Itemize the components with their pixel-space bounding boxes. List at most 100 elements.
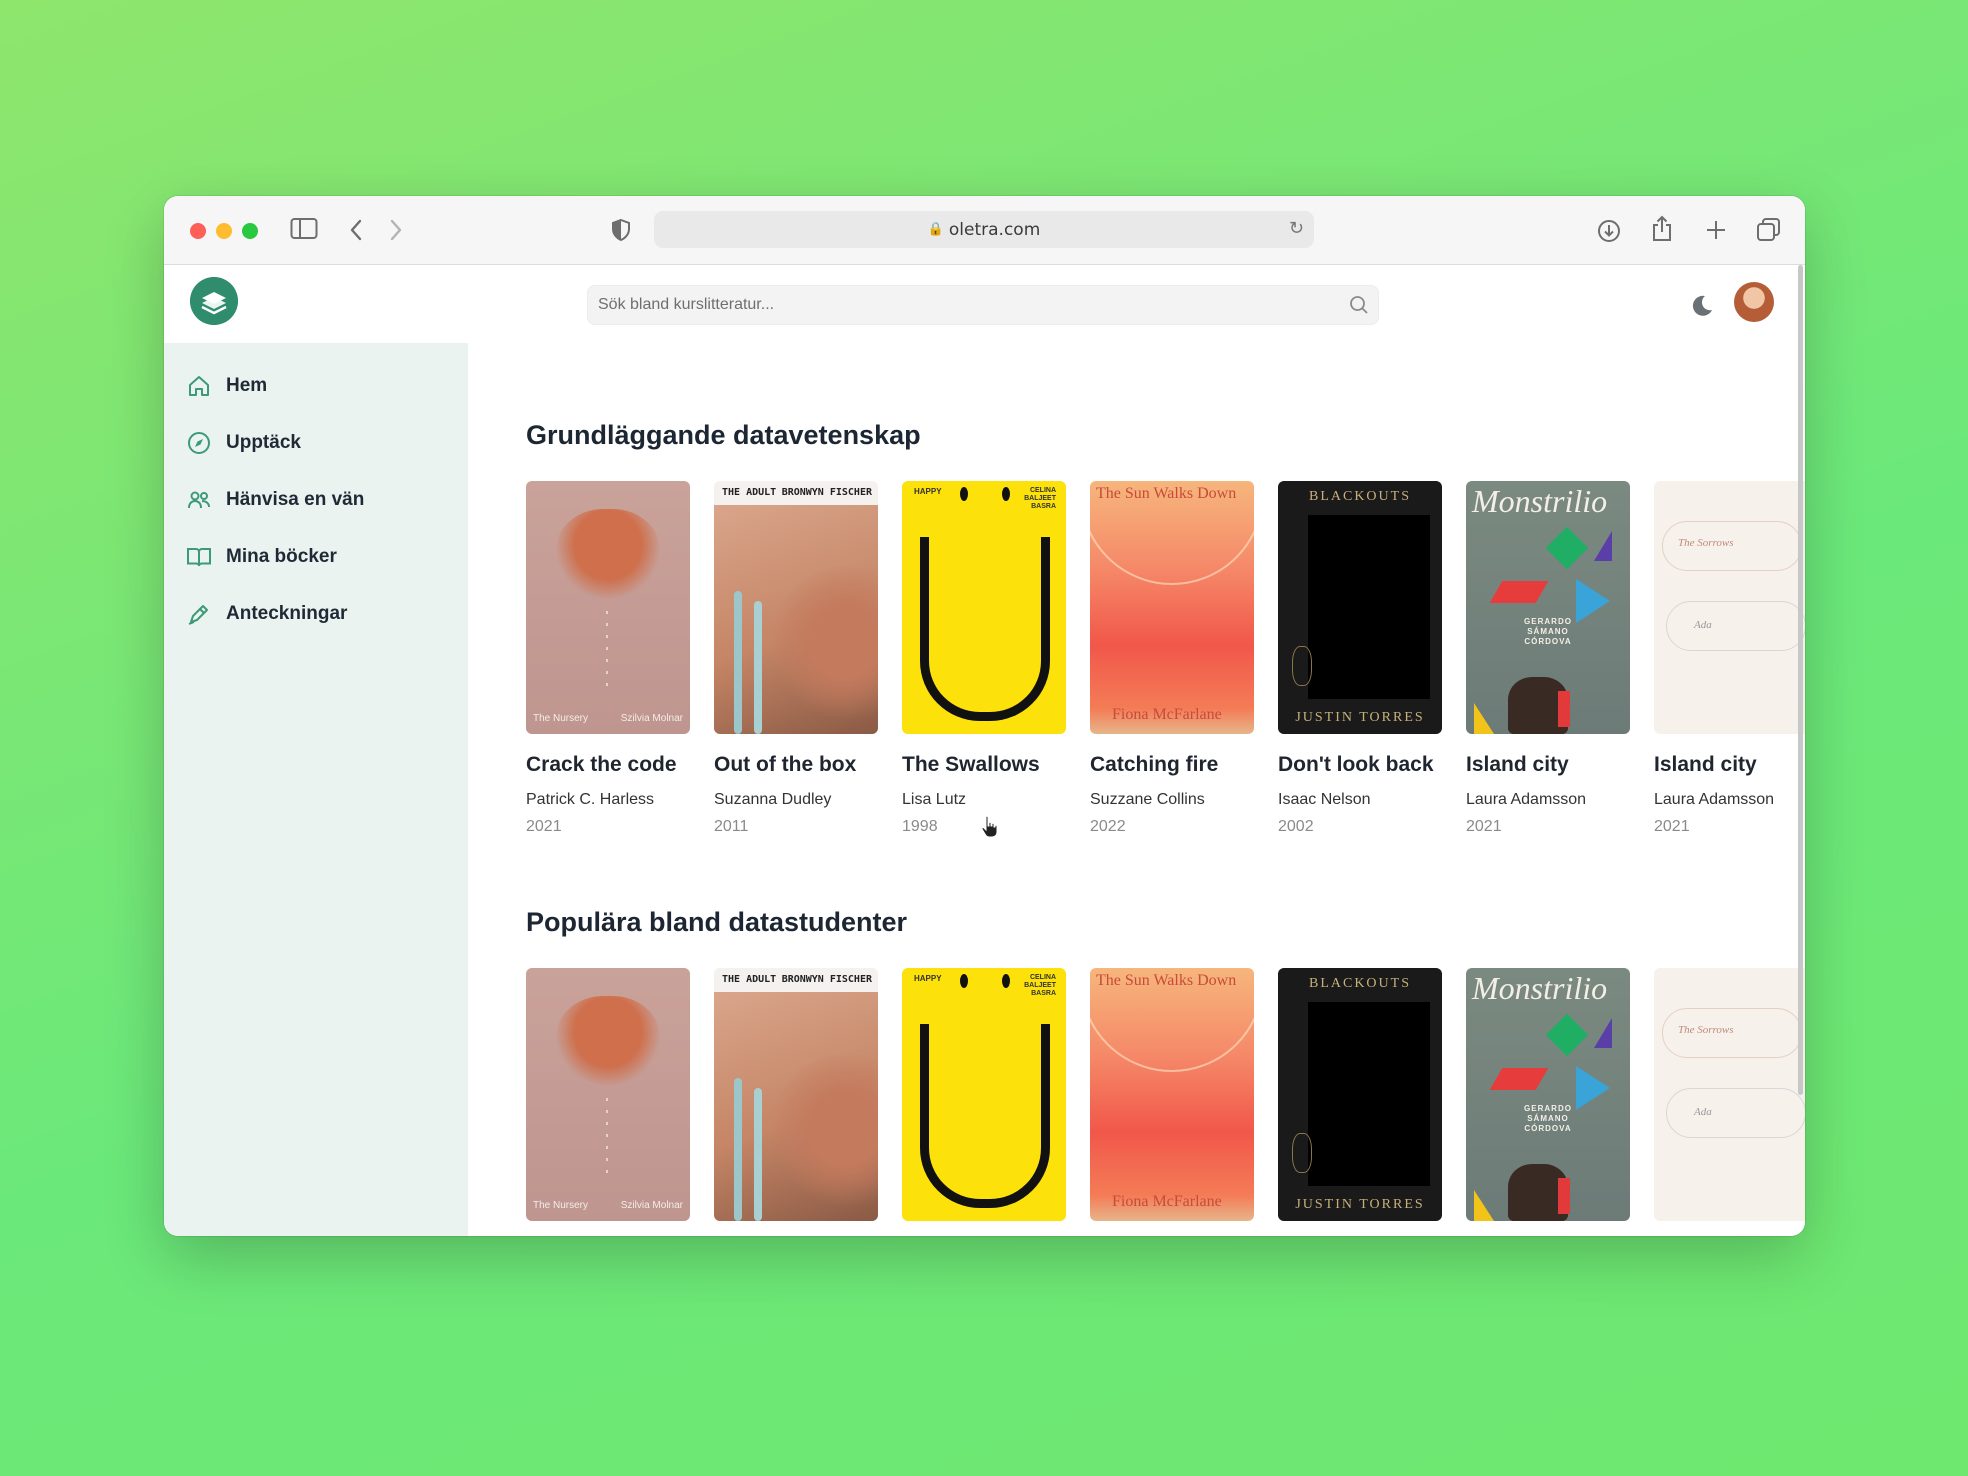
cover-author: BRONWYN FISCHER bbox=[781, 974, 872, 985]
cover-author: JUSTIN TORRES bbox=[1295, 1197, 1425, 1212]
sidebar-item-upptack[interactable]: Upptäck bbox=[186, 428, 301, 458]
cover-author: GERARDO SÁMANO CÓRDOVA bbox=[1524, 1104, 1572, 1133]
cover-author: CELINA BALJEET BASRA bbox=[1024, 487, 1056, 510]
book-title[interactable]: Catching fire bbox=[1090, 753, 1218, 777]
hand-cursor-icon bbox=[981, 815, 998, 838]
address-bar[interactable]: 🔒 oletra.com ↻ bbox=[654, 211, 1314, 248]
book-title[interactable]: Out of the box bbox=[714, 753, 856, 777]
cover-title: The Sorrows bbox=[1678, 1024, 1734, 1036]
book-cover[interactable]: THE ADULT BRONWYN FISCHER bbox=[714, 968, 878, 1221]
book-title[interactable]: Island city bbox=[1654, 753, 1757, 777]
book-cover[interactable]: BLACKOUTS JUSTIN TORRES bbox=[1278, 968, 1442, 1221]
book-cover[interactable]: The Sun Walks Down Fiona McFarlane bbox=[1090, 481, 1254, 734]
cover-author: BRONWYN FISCHER bbox=[781, 487, 872, 498]
book-cover[interactable]: The Sorrows Ada bbox=[1654, 481, 1805, 734]
minimize-window-button[interactable] bbox=[216, 223, 232, 239]
book-cover[interactable]: BLACKOUTS JUSTIN TORRES bbox=[1278, 481, 1442, 734]
book-author: Laura Adamsson bbox=[1466, 791, 1587, 808]
sidebar: Hem Upptäck Hänvisa en vän Mina böcker A… bbox=[164, 343, 468, 1236]
cover-author: JUSTIN TORRES bbox=[1295, 710, 1425, 725]
cover-title: The Sorrows bbox=[1678, 537, 1734, 549]
cover-author: Fiona McFarlane bbox=[1112, 706, 1222, 723]
tab-overview-icon[interactable] bbox=[1756, 217, 1782, 243]
book-cover[interactable]: The Nursery Szilvia Molnar bbox=[526, 968, 690, 1221]
cover-author: Fiona McFarlane bbox=[1112, 1193, 1222, 1210]
sidebar-toggle-icon[interactable] bbox=[290, 217, 318, 241]
back-chevron-icon[interactable] bbox=[348, 218, 364, 242]
compass-icon bbox=[188, 432, 210, 454]
cover-title: THE ADULT bbox=[722, 487, 777, 498]
book-cover[interactable]: HAPPY CELINA BALJEET BASRA bbox=[902, 481, 1066, 734]
cover-author: Szilvia Molnar bbox=[620, 713, 683, 724]
section-title: Populära bland datastudenter bbox=[526, 907, 908, 937]
sidebar-item-hem[interactable]: Hem bbox=[186, 371, 267, 401]
sidebar-item-anteckningar[interactable]: Anteckningar bbox=[186, 599, 347, 629]
book-title[interactable]: Crack the code bbox=[526, 753, 677, 777]
book-cover[interactable]: The Nursery Szilvia Molnar bbox=[526, 481, 690, 734]
book-row-2: The Nursery Szilvia Molnar THE ADULT BRO… bbox=[526, 968, 1805, 1221]
open-book-icon bbox=[187, 548, 211, 567]
section-title: Grundläggande datavetenskap bbox=[526, 420, 921, 450]
cover-author: Szilvia Molnar bbox=[620, 1200, 683, 1211]
book-cover[interactable]: Monstrilio GERARDO SÁMANO CÓRDOVA bbox=[1466, 481, 1630, 734]
book-title[interactable]: The Swallows bbox=[902, 753, 1040, 777]
cover-title: BLACKOUTS bbox=[1308, 489, 1411, 504]
sidebar-item-label: Upptäck bbox=[226, 432, 301, 453]
cover-title: Monstrilio bbox=[1472, 970, 1608, 1006]
cover-author: GERARDO SÁMANO CÓRDOVA bbox=[1524, 617, 1572, 646]
book-author: Isaac Nelson bbox=[1278, 791, 1371, 808]
book-year: 2021 bbox=[1654, 818, 1690, 835]
book-year: 1998 bbox=[902, 818, 938, 835]
sidebar-item-label: Hänvisa en vän bbox=[226, 489, 365, 510]
sidebar-item-mina-bocker[interactable]: Mina böcker bbox=[186, 542, 337, 572]
book-cover[interactable]: Monstrilio GERARDO SÁMANO CÓRDOVA bbox=[1466, 968, 1630, 1221]
sidebar-item-hanvisa[interactable]: Hänvisa en vän bbox=[186, 485, 364, 515]
browser-toolbar: 🔒 oletra.com ↻ bbox=[164, 196, 1805, 265]
cover-title: Monstrilio bbox=[1472, 483, 1608, 519]
share-icon[interactable] bbox=[1650, 215, 1674, 243]
sidebar-item-label: Anteckningar bbox=[226, 603, 348, 624]
page-scrollbar[interactable] bbox=[1798, 265, 1803, 1095]
book-author: Patrick C. Harless bbox=[526, 791, 655, 808]
search-input[interactable] bbox=[587, 285, 1379, 325]
book-year: 2022 bbox=[1090, 818, 1126, 835]
book-row-1: The Nursery Szilvia Molnar Crack the cod… bbox=[526, 481, 1805, 841]
forward-chevron-icon[interactable] bbox=[388, 218, 404, 242]
book-author: Laura Adamsson bbox=[1654, 791, 1775, 808]
user-avatar[interactable] bbox=[1734, 282, 1774, 322]
new-tab-plus-icon[interactable] bbox=[1705, 219, 1727, 241]
cover-author: Ada bbox=[1694, 1106, 1712, 1118]
zoom-window-button[interactable] bbox=[242, 223, 258, 239]
book-author: Suzanna Dudley bbox=[714, 791, 832, 808]
cover-title: HAPPY bbox=[914, 974, 942, 983]
cover-title: BLACKOUTS bbox=[1308, 976, 1411, 991]
lock-icon: 🔒 bbox=[927, 222, 944, 237]
dark-mode-moon-icon[interactable] bbox=[1689, 293, 1715, 319]
cover-title: THE ADULT bbox=[722, 974, 777, 985]
url-text: oletra.com bbox=[948, 219, 1041, 240]
pen-icon bbox=[188, 605, 208, 625]
home-icon bbox=[189, 376, 209, 396]
cover-title: HAPPY bbox=[914, 487, 942, 496]
book-year: 2002 bbox=[1278, 818, 1314, 835]
cover-title: The Sun Walks Down bbox=[1096, 485, 1237, 502]
book-year: 2011 bbox=[714, 818, 749, 835]
oletra-logo-icon[interactable] bbox=[190, 277, 238, 325]
book-title[interactable]: Island city bbox=[1466, 753, 1569, 777]
book-cover[interactable]: THE ADULT BRONWYN FISCHER bbox=[714, 481, 878, 734]
sidebar-item-label: Mina böcker bbox=[226, 546, 337, 567]
book-title[interactable]: Don't look back bbox=[1278, 753, 1434, 777]
download-icon[interactable] bbox=[1596, 218, 1622, 244]
search-icon[interactable] bbox=[1349, 295, 1369, 315]
cover-author: Ada bbox=[1694, 619, 1712, 631]
book-cover[interactable]: The Sorrows Ada bbox=[1654, 968, 1805, 1221]
cover-title: The Nursery bbox=[533, 1200, 589, 1211]
book-year: 2021 bbox=[1466, 818, 1502, 835]
book-cover[interactable]: The Sun Walks Down Fiona McFarlane bbox=[1090, 968, 1254, 1221]
book-author: Suzzane Collins bbox=[1090, 791, 1205, 808]
reload-icon[interactable]: ↻ bbox=[1289, 218, 1304, 239]
privacy-shield-icon[interactable] bbox=[610, 218, 632, 242]
book-cover[interactable]: HAPPY CELINA BALJEET BASRA bbox=[902, 968, 1066, 1221]
app-area: Hem Upptäck Hänvisa en vän bbox=[164, 265, 1805, 1236]
close-window-button[interactable] bbox=[190, 223, 206, 239]
